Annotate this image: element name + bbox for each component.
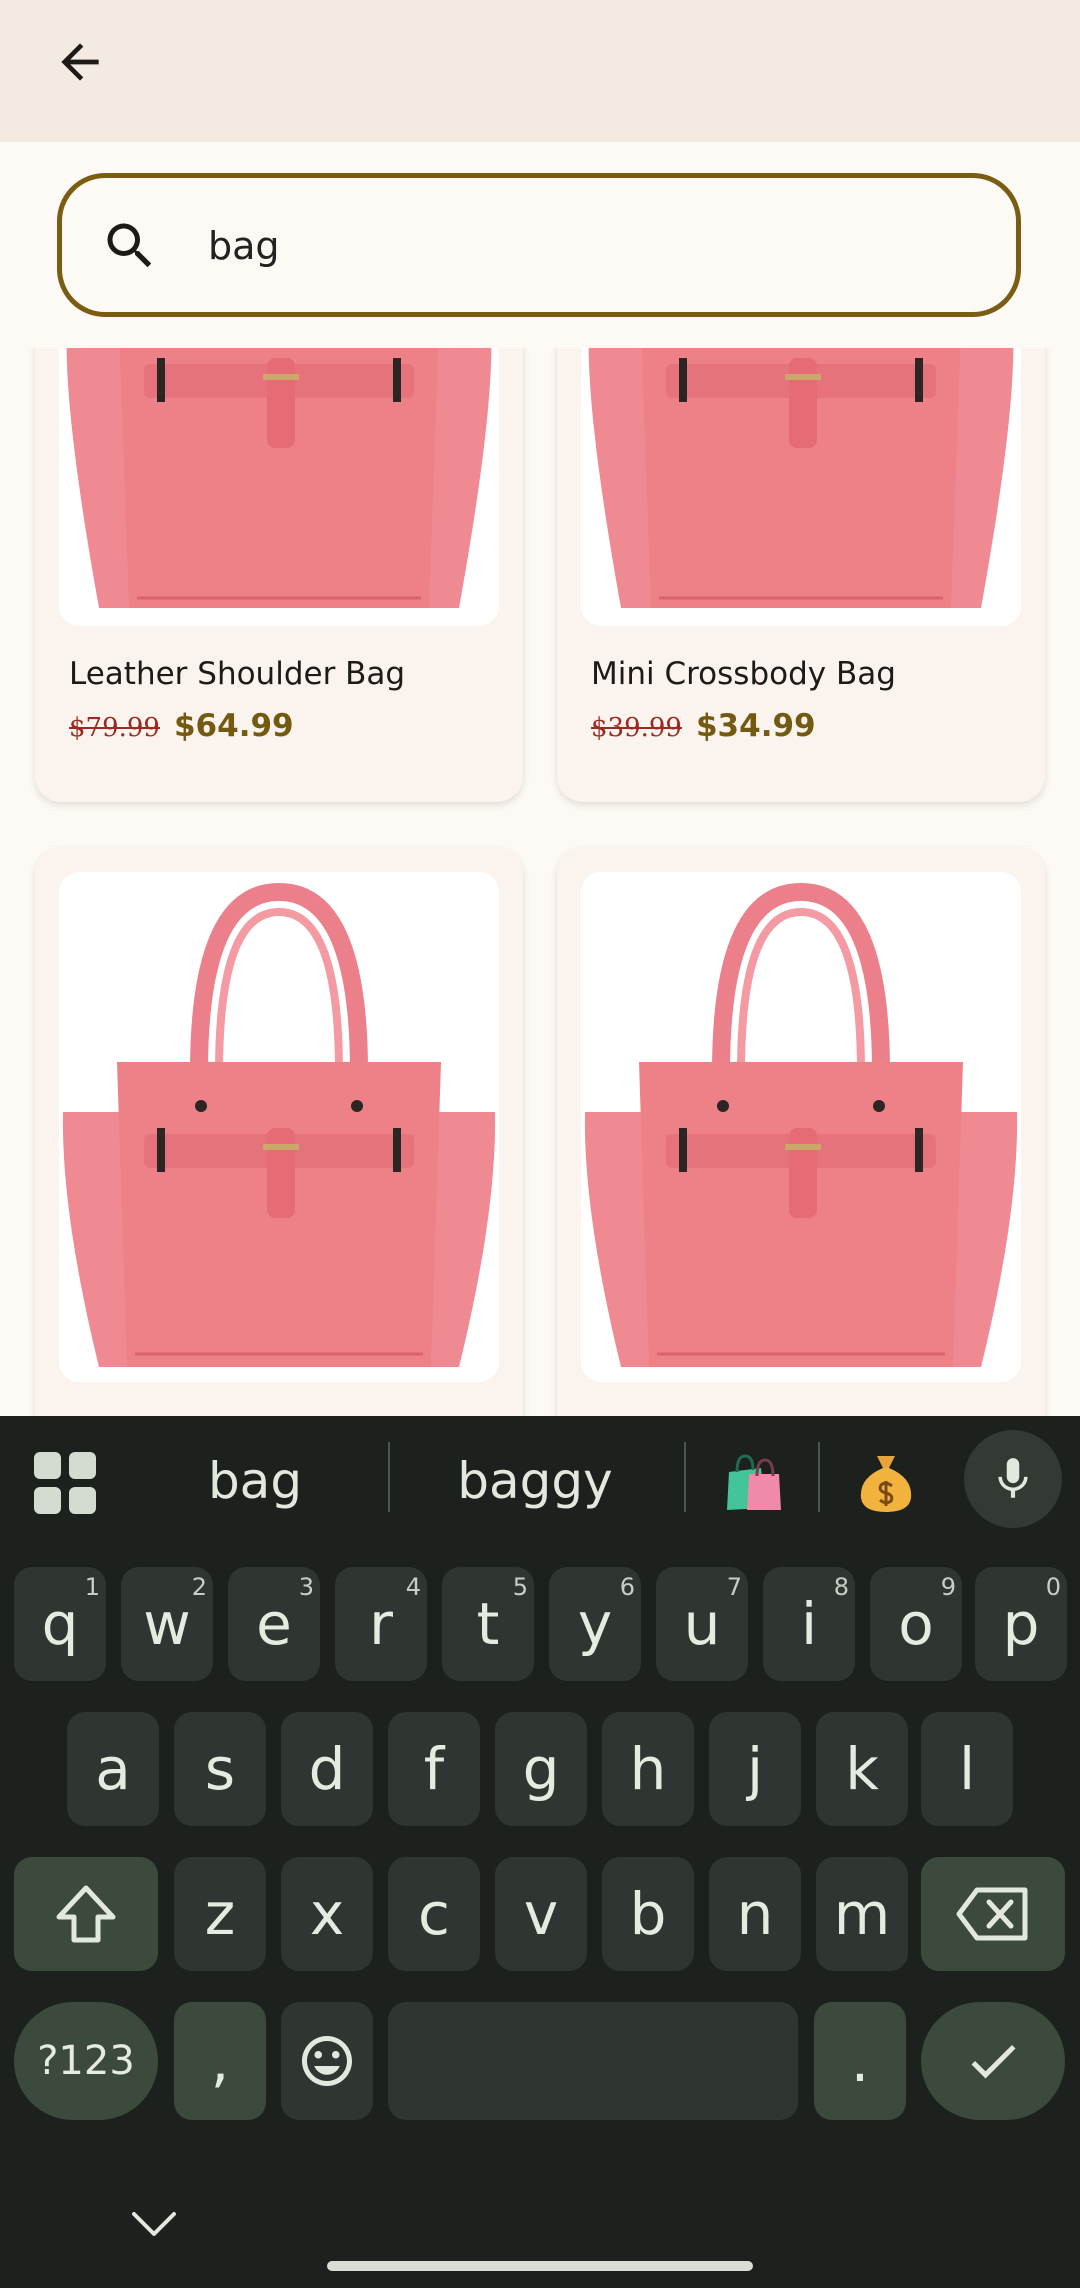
key-q[interactable]: q1: [14, 1567, 106, 1681]
checkmark-icon: [971, 2044, 1016, 2079]
key-p[interactable]: p0: [975, 1567, 1067, 1681]
symbols-key[interactable]: ?123: [14, 2002, 158, 2120]
keyboard-apps-icon[interactable]: [30, 1448, 100, 1518]
suggestion-strip: bag baggy: [0, 1416, 1080, 1546]
search-icon: [107, 223, 152, 268]
backspace-key[interactable]: [921, 1857, 1065, 1971]
emoji-icon: [302, 2036, 352, 2086]
key-w[interactable]: w2: [121, 1567, 213, 1681]
key-b[interactable]: b: [602, 1857, 694, 1971]
comma-key[interactable]: ,: [174, 2002, 266, 2120]
suggestion-divider: [684, 1442, 686, 1512]
key-g[interactable]: g: [495, 1712, 587, 1826]
price-row: $79.99 $64.99: [69, 708, 294, 744]
price-row: $39.99 $34.99: [591, 708, 816, 744]
key-z[interactable]: z: [174, 1857, 266, 1971]
product-image[interactable]: [59, 348, 499, 626]
suggestion-divider: [388, 1442, 390, 1512]
key-a[interactable]: a: [67, 1712, 159, 1826]
handbag-image: [588, 348, 1014, 608]
key-l[interactable]: l: [921, 1712, 1013, 1826]
product-card[interactable]: Mini Crossbody Bag $39.99 $34.99: [557, 348, 1045, 802]
key-x[interactable]: x: [281, 1857, 373, 1971]
key-h[interactable]: h: [602, 1712, 694, 1826]
gesture-navigation-bar[interactable]: [327, 2261, 753, 2271]
arrow-back-icon: [61, 43, 99, 81]
soft-keyboard: bag baggy q1 w2 e3 r4 t 5 y 6 u 7 i 8 o …: [0, 1416, 1080, 2288]
key-j[interactable]: j: [709, 1712, 801, 1826]
money-bag-icon: [860, 1456, 912, 1512]
shift-icon: [56, 1885, 116, 1943]
key-y[interactable]: y6: [549, 1567, 641, 1681]
product-card[interactable]: [557, 848, 1045, 1416]
key-f[interactable]: f: [388, 1712, 480, 1826]
period-key[interactable]: .: [814, 2002, 906, 2120]
back-button[interactable]: [44, 26, 116, 98]
sale-price: $34.99: [695, 708, 816, 744]
key-s[interactable]: s: [174, 1712, 266, 1826]
handbag-image: [584, 882, 1018, 1367]
product-image[interactable]: [581, 872, 1021, 1382]
handbag-image: [66, 348, 492, 608]
search-area: [0, 142, 1080, 348]
product-card[interactable]: [35, 848, 523, 1416]
original-price: $79.99: [69, 713, 160, 743]
product-grid[interactable]: Leather Shoulder Bag $79.99 $64.99 Mini …: [0, 348, 1080, 1416]
key-u[interactable]: u7: [656, 1567, 748, 1681]
search-box[interactable]: [57, 173, 1021, 317]
key-c[interactable]: c: [388, 1857, 480, 1971]
key-d[interactable]: d: [281, 1712, 373, 1826]
key-n[interactable]: n: [709, 1857, 801, 1971]
emoji-key[interactable]: [281, 2002, 373, 2120]
top-app-bar: [0, 0, 1080, 142]
key-i[interactable]: i8: [763, 1567, 855, 1681]
key-m[interactable]: m: [816, 1857, 908, 1971]
product-card[interactable]: Leather Shoulder Bag $79.99 $64.99: [35, 348, 523, 802]
key-t[interactable]: t5: [442, 1567, 534, 1681]
product-name: Mini Crossbody Bag: [591, 656, 896, 692]
product-image[interactable]: [59, 872, 499, 1382]
shopping-bags-icon: [727, 1454, 781, 1510]
key-e[interactable]: e3: [228, 1567, 320, 1681]
microphone-icon: [998, 1458, 1028, 1498]
enter-key[interactable]: [921, 2002, 1065, 2120]
handbag-image: [62, 882, 496, 1367]
shift-key[interactable]: [14, 1857, 158, 1971]
shopping-bags-emoji[interactable]: [709, 1444, 799, 1518]
backspace-icon: [956, 1887, 1028, 1941]
search-input[interactable]: [208, 208, 968, 284]
sale-price: $64.99: [173, 708, 294, 744]
key-r[interactable]: r4: [335, 1567, 427, 1681]
original-price: $39.99: [591, 713, 682, 743]
suggestion-word[interactable]: bag: [130, 1444, 380, 1518]
key-o[interactable]: o9: [870, 1567, 962, 1681]
key-v[interactable]: v: [495, 1857, 587, 1971]
hide-keyboard-button[interactable]: [122, 2196, 186, 2252]
chevron-down-icon: [132, 2212, 176, 2236]
money-bag-emoji[interactable]: [841, 1444, 931, 1518]
voice-input-button[interactable]: [964, 1430, 1062, 1528]
space-key[interactable]: [388, 2002, 798, 2120]
product-name: Leather Shoulder Bag: [69, 656, 406, 692]
key-k[interactable]: k: [816, 1712, 908, 1826]
suggestion-divider: [818, 1442, 820, 1512]
product-image[interactable]: [581, 348, 1021, 626]
suggestion-word[interactable]: baggy: [400, 1444, 670, 1518]
